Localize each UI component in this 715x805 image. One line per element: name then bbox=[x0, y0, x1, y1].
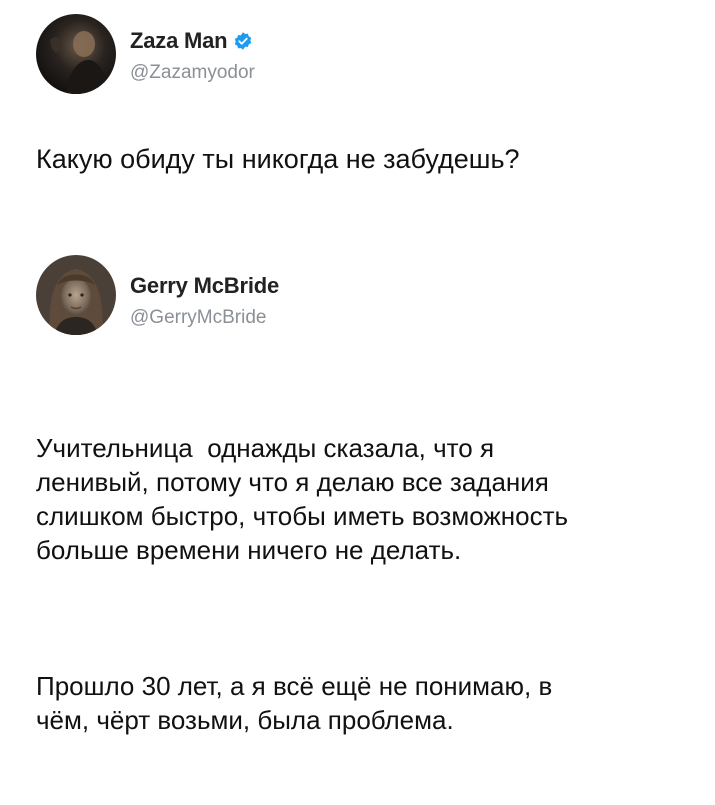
author-handle[interactable]: @Zazamyodor bbox=[130, 62, 255, 84]
tweet-author-header: Zaza Man @Zazamyodor bbox=[36, 14, 676, 94]
avatar-image bbox=[36, 255, 116, 335]
avatar[interactable] bbox=[36, 255, 116, 335]
author-display-name[interactable]: Zaza Man bbox=[130, 28, 228, 54]
author-handle[interactable]: @GerryMcBride bbox=[130, 307, 266, 329]
author-display-name[interactable]: Gerry McBride bbox=[130, 273, 279, 299]
tweet-text: Какую обиду ты никогда не забудешь? bbox=[36, 144, 520, 174]
tweet-paragraph: Учительница однажды сказала, что я ленив… bbox=[36, 433, 569, 565]
tweet-text: Учительница однажды сказала, что я ленив… bbox=[36, 363, 691, 805]
verified-badge-icon bbox=[233, 31, 253, 51]
avatar[interactable] bbox=[36, 14, 116, 94]
author-name-row: Zaza Man bbox=[130, 28, 253, 54]
avatar-image bbox=[36, 14, 116, 94]
author-name-row: Gerry McBride bbox=[130, 273, 279, 299]
tweet-paragraph: Прошло 30 лет, а я всё ещё не понимаю, в… bbox=[36, 671, 553, 735]
tweet-author-header: Gerry McBride @GerryMcBride bbox=[36, 255, 676, 335]
